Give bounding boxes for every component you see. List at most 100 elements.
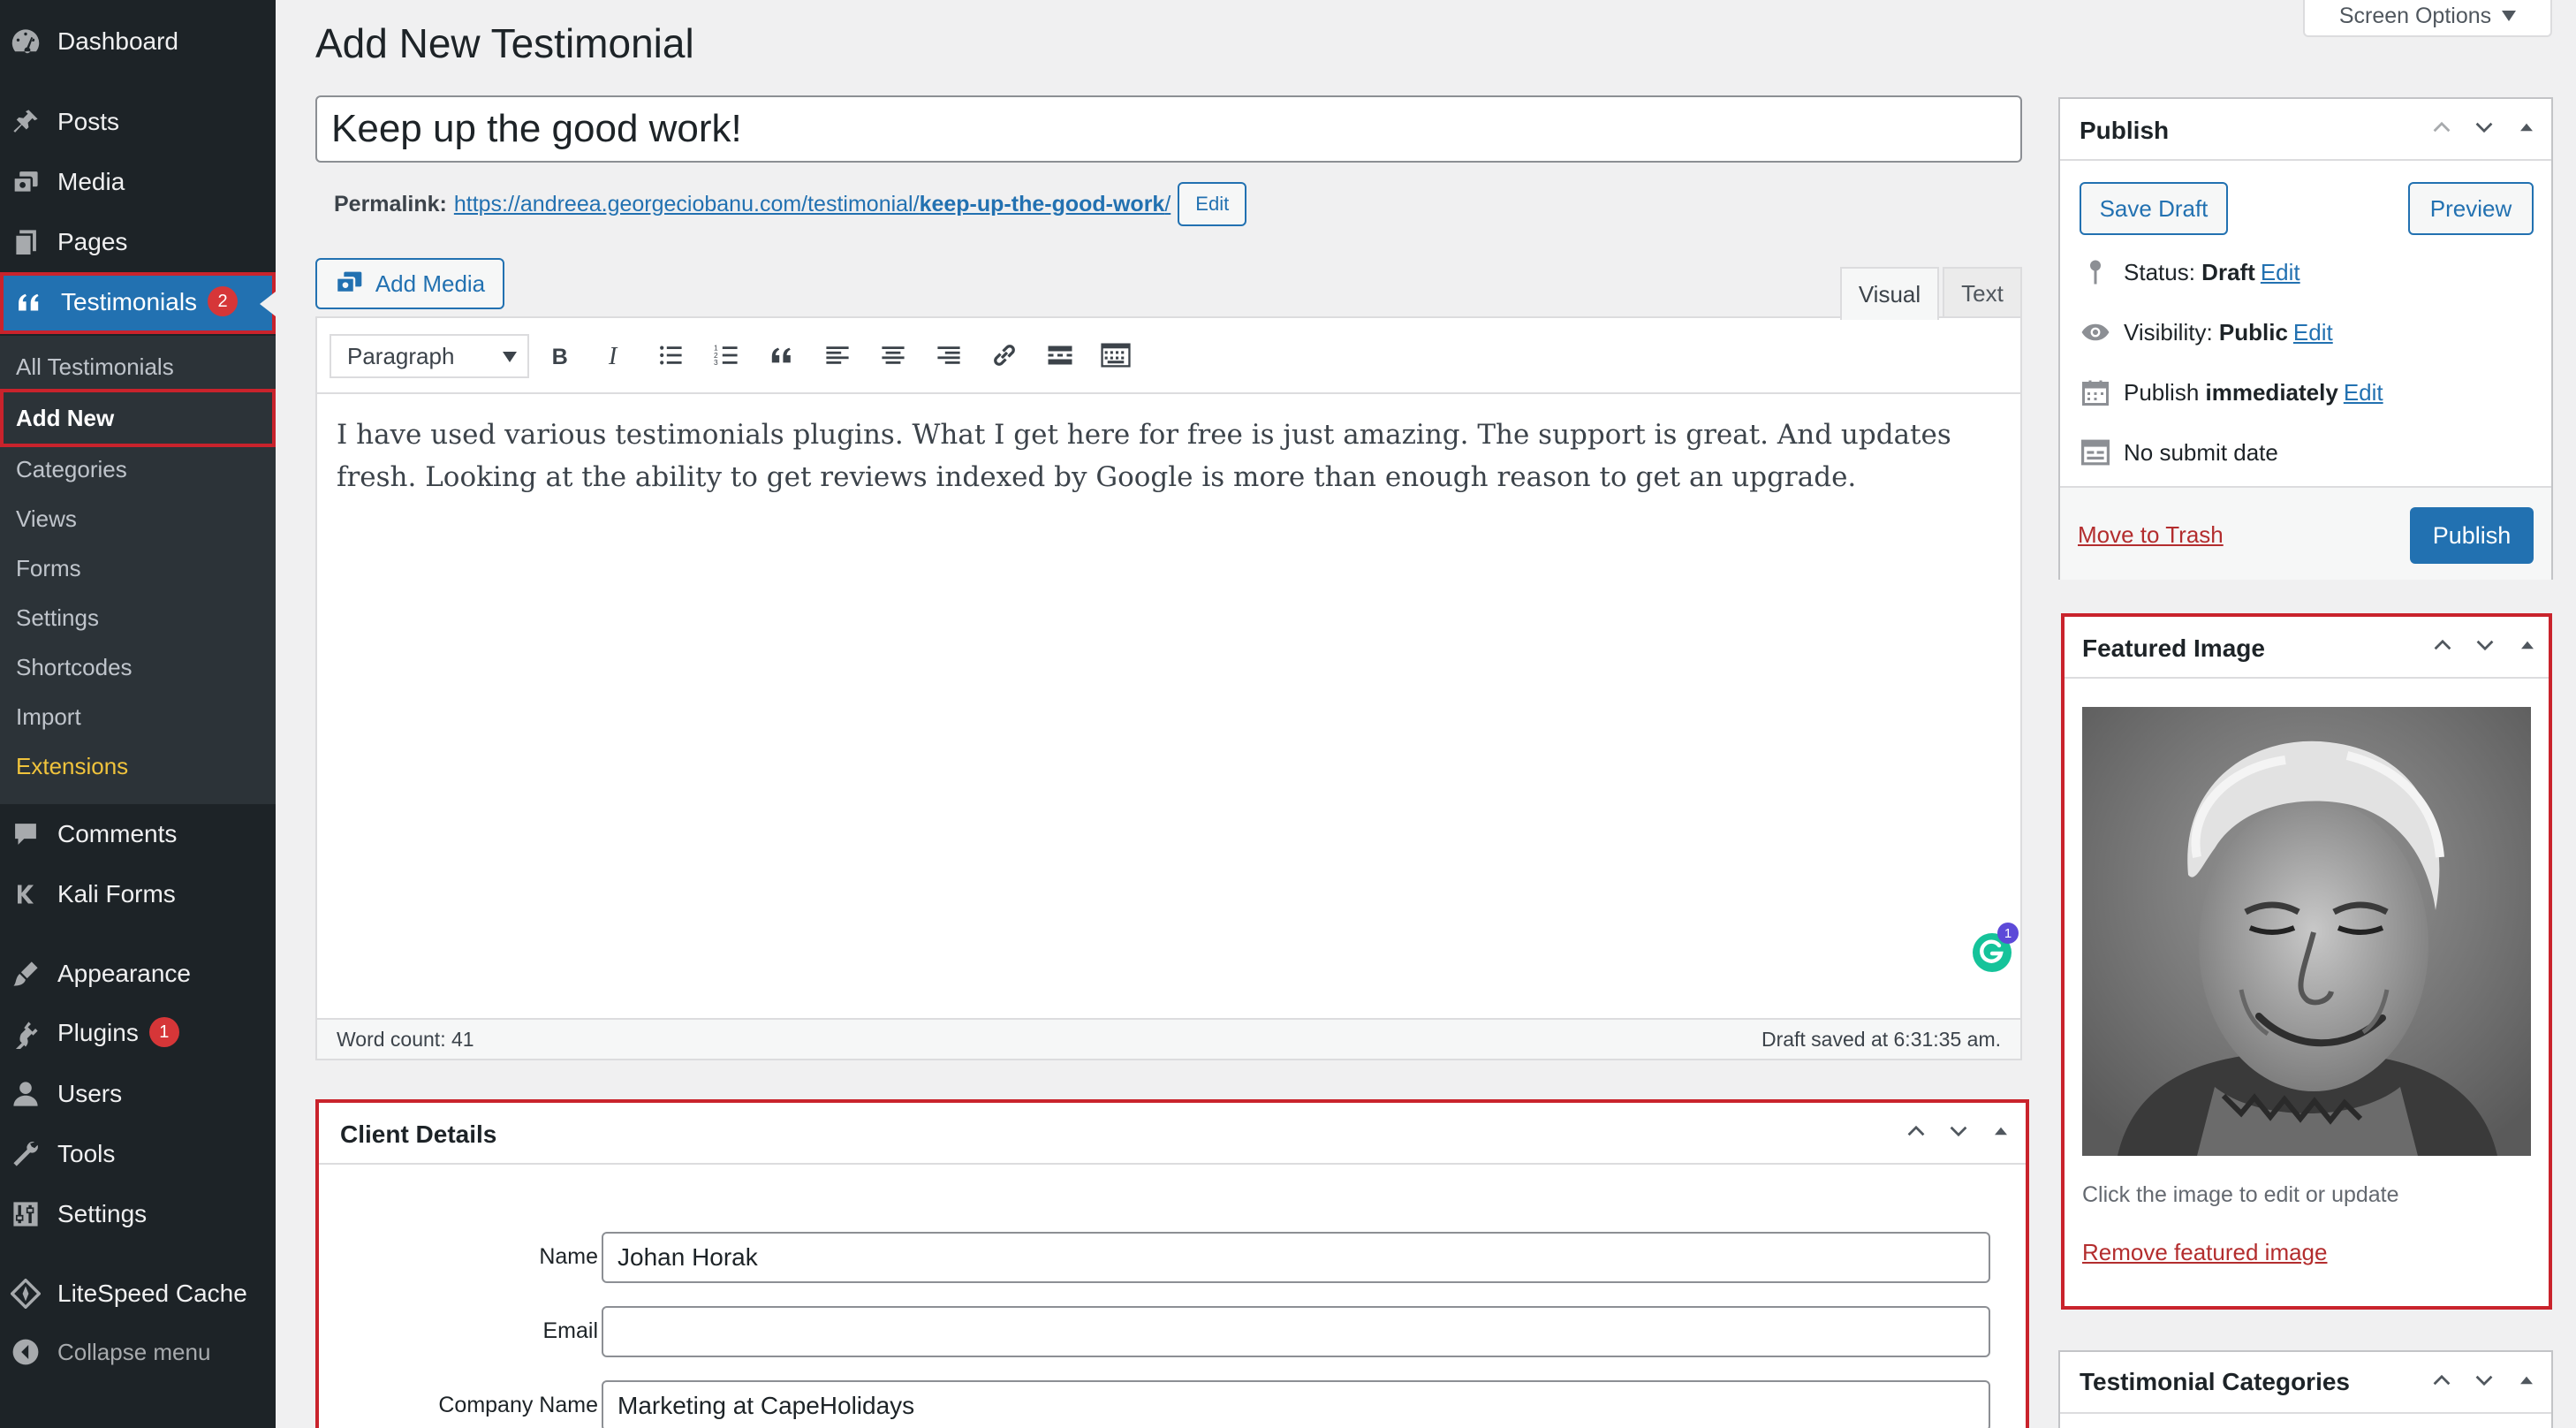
sidebar-item-tools[interactable]: Tools [0,1124,276,1184]
post-title-input[interactable]: Keep up the good work! [315,95,2022,163]
client-email-input[interactable] [602,1306,1990,1357]
sidebar-item-comments[interactable]: Comments [0,804,276,864]
align-left-icon[interactable] [820,338,855,373]
chevron-down-icon[interactable] [1946,1119,1971,1143]
client-details-header[interactable]: Client Details [319,1103,2026,1165]
brush-icon [9,957,42,991]
settings-sliders-icon [9,1197,42,1231]
align-right-icon[interactable] [931,338,966,373]
permalink-edit-button[interactable]: Edit [1178,182,1247,226]
client-details-title: Client Details [340,1120,497,1148]
testimonials-submenu: All Testimonials Add New Categories View… [0,336,276,804]
numbered-list-icon[interactable]: 123 [708,338,744,373]
sidebar-item-kali-forms[interactable]: Kali Forms [0,864,276,924]
chevron-down-icon[interactable] [2472,115,2496,140]
sidebar-item-posts[interactable]: Posts [0,92,276,152]
featured-image-thumbnail[interactable] [2082,707,2531,1156]
editor-content-text[interactable]: I have used various testimonials plugins… [337,414,1997,498]
visibility-edit-link[interactable]: Edit [2293,319,2333,346]
permalink-link[interactable]: https://andreea.georgeciobanu.com/testim… [454,192,1171,217]
add-media-icon [335,271,362,294]
featured-image-header[interactable]: Featured Image [2065,617,2549,679]
chevron-up-icon[interactable] [2430,633,2455,657]
draft-saved-status: Draft saved at 6:31:35 am. [1761,1028,2001,1051]
publish-header[interactable]: Publish [2060,99,2551,161]
sidebar-item-appearance[interactable]: Appearance [0,944,276,1004]
tab-visual[interactable]: Visual [1840,267,1939,320]
publish-handles [2429,115,2539,140]
sidebar-item-label: Tools [57,1140,116,1167]
tab-text[interactable]: Text [1943,267,2022,318]
svg-text:I: I [608,343,618,368]
word-count: Word count: 41 [337,1028,474,1051]
toggle-panel-icon[interactable] [2515,633,2540,657]
toolbar-toggle-icon[interactable] [1098,338,1133,373]
move-to-trash-link[interactable]: Move to Trash [2078,521,2224,549]
submenu-extensions[interactable]: Extensions [16,753,128,780]
save-draft-button[interactable]: Save Draft [2080,182,2228,235]
comment-icon [9,817,42,851]
calendar-icon [2080,376,2111,408]
bullet-list-icon[interactable] [653,338,688,373]
chevron-down-icon[interactable] [2473,633,2497,657]
align-center-icon[interactable] [875,338,911,373]
submenu-forms[interactable]: Forms [16,555,81,582]
add-media-button[interactable]: Add Media [315,258,504,309]
blockquote-icon[interactable] [764,338,799,373]
sidebar-item-settings[interactable]: Settings [0,1184,276,1244]
chevron-up-icon[interactable] [2429,115,2454,140]
remove-featured-image-link[interactable]: Remove featured image [2082,1239,2327,1266]
sidebar-item-dashboard[interactable]: Dashboard [0,11,276,72]
toggle-panel-icon[interactable] [2514,115,2539,140]
submenu-import[interactable]: Import [16,703,81,731]
submenu-all-testimonials[interactable]: All Testimonials [16,353,174,381]
format-select[interactable]: Paragraph [330,334,529,378]
client-name-input[interactable]: Johan Horak [602,1232,1990,1283]
sidebar-item-pages[interactable]: Pages [0,212,276,272]
chevron-down-icon [503,352,517,362]
sidebar-item-label: Appearance [57,960,192,987]
italic-icon[interactable]: I [597,338,633,373]
visibility-value: Public [2218,318,2288,346]
submenu-add-new-highlight[interactable]: Add New [0,389,276,447]
pages-icon [9,225,42,259]
toggle-panel-icon[interactable] [2514,1368,2539,1393]
testimonial-categories-handles [2429,1368,2539,1393]
chevron-up-icon[interactable] [1904,1119,1928,1143]
submenu-views[interactable]: Views [16,505,77,533]
chevron-up-icon[interactable] [2429,1368,2454,1393]
sidebar-item-testimonials[interactable]: Testimonials 2 [0,272,276,334]
submenu-shortcodes[interactable]: Shortcodes [16,654,133,681]
chevron-down-icon[interactable] [2472,1368,2496,1393]
read-more-icon[interactable] [1042,338,1078,373]
testimonial-categories-title: Testimonial Categories [2080,1368,2351,1395]
company-name-input[interactable]: Marketing at CapeHolidays [602,1380,1990,1428]
sidebar-item-litespeed[interactable]: LiteSpeed Cache [0,1264,276,1324]
svg-text:B: B [552,345,568,368]
schedule-edit-link[interactable]: Edit [2344,379,2383,406]
sidebar-item-label: Settings [57,1200,148,1227]
sidebar-item-label: Media [57,168,125,195]
testimonial-categories-header[interactable]: Testimonial Categories [2060,1352,2551,1414]
sidebar-item-media[interactable]: Media [0,152,276,212]
company-name-value: Marketing at CapeHolidays [617,1392,915,1419]
publish-button[interactable]: Publish [2410,507,2534,564]
toggle-panel-icon[interactable] [1989,1119,2013,1143]
bold-icon[interactable]: B [542,338,577,373]
collapse-menu-button[interactable]: Collapse menu [0,1322,276,1382]
screen-options-button[interactable]: Screen Options [2303,0,2552,37]
testimonials-count-badge: 2 [208,286,239,317]
sidebar-item-label: Pages [57,228,128,255]
plug-icon [9,1017,42,1051]
submenu-categories[interactable]: Categories [16,456,127,483]
grammarly-button[interactable]: 1 [1971,923,2019,974]
link-icon[interactable] [987,338,1022,373]
client-details-handles [1904,1119,2013,1143]
featured-image-box: Featured Image Click the image to edit o… [2061,613,2552,1310]
sidebar-item-users[interactable]: Users [0,1064,276,1124]
sidebar-item-plugins[interactable]: Plugins 1 [0,1004,276,1064]
status-edit-link[interactable]: Edit [2261,259,2300,286]
sidebar-item-label: Comments [57,820,178,847]
preview-button[interactable]: Preview [2408,182,2534,235]
submenu-settings[interactable]: Settings [16,604,99,632]
